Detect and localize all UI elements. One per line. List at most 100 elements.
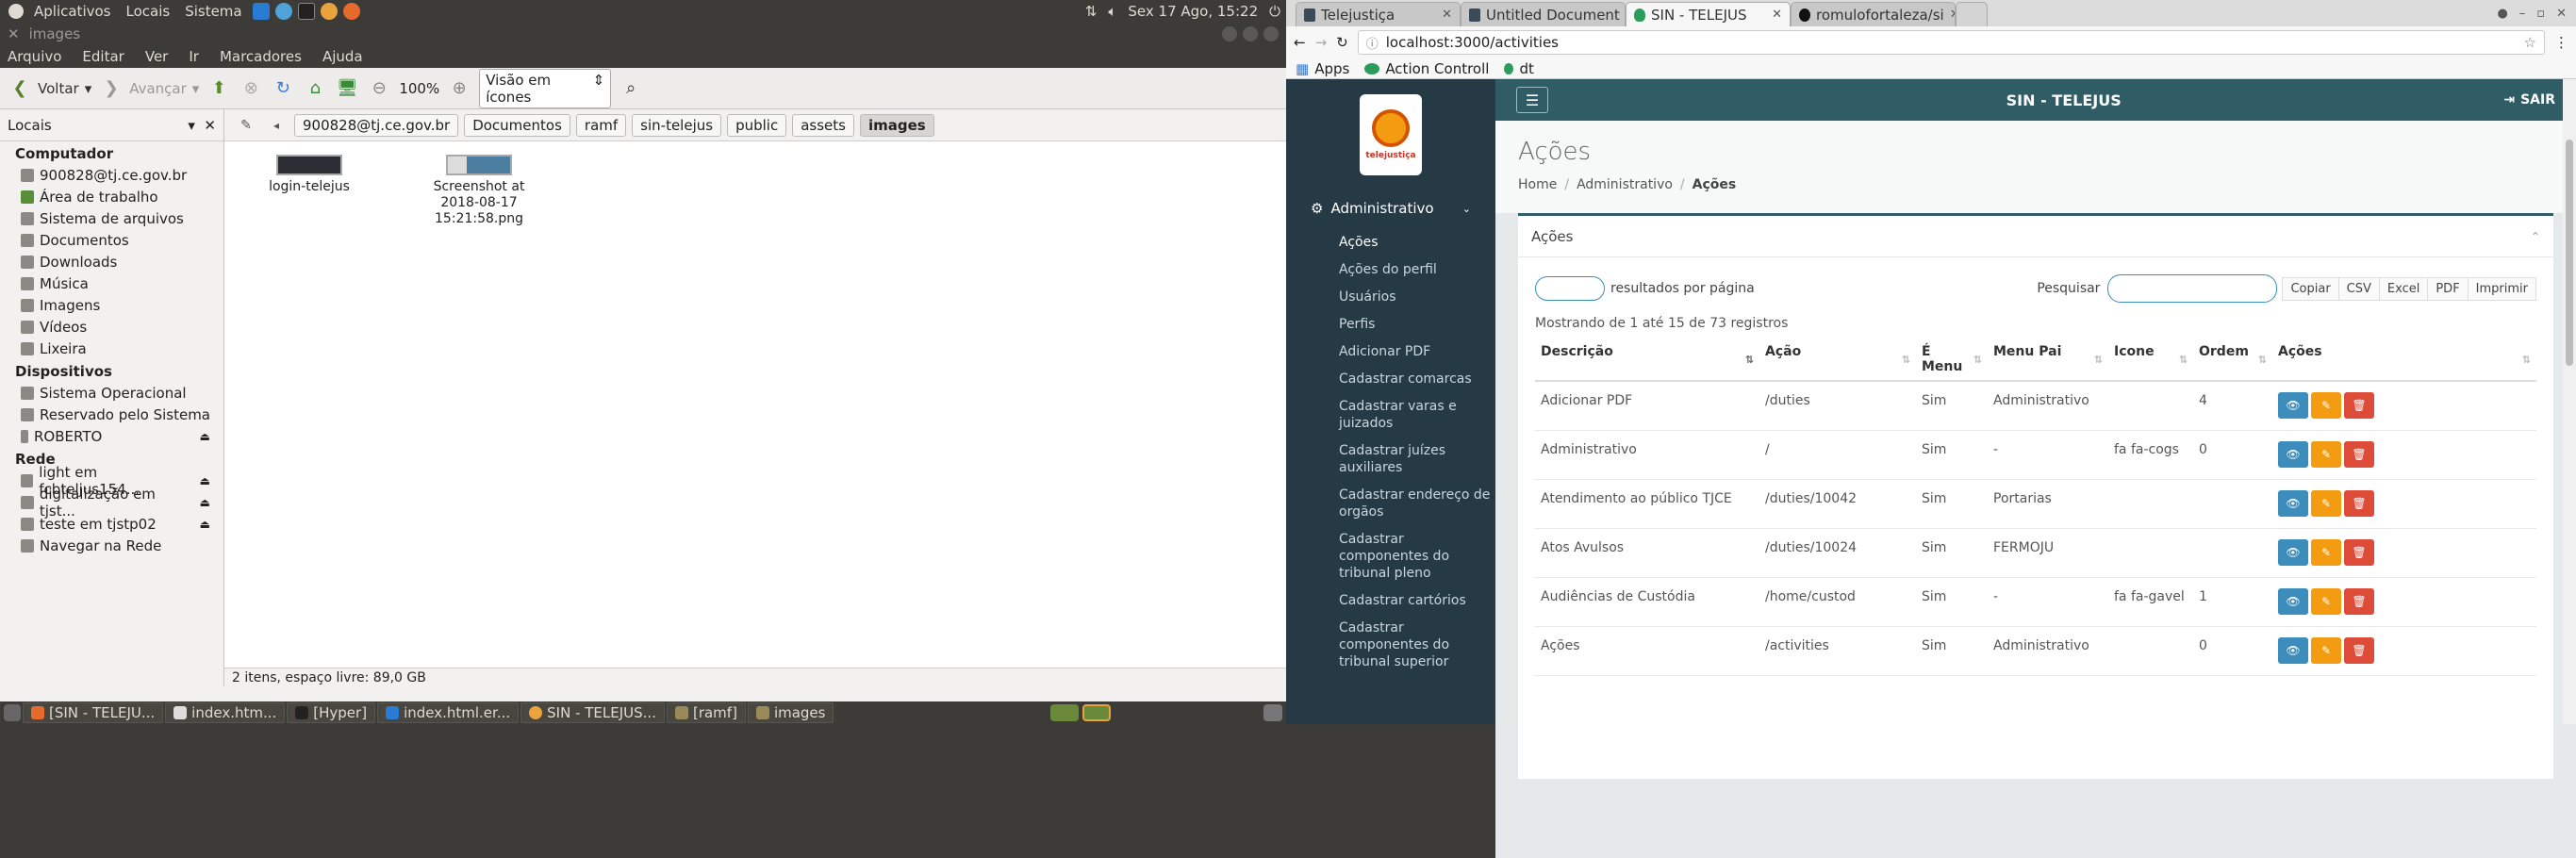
print-button[interactable]: Imprimir xyxy=(2468,277,2536,301)
stop-icon[interactable]: ⊗ xyxy=(239,76,263,101)
forward-button[interactable]: ❯Avançar▾ xyxy=(99,76,199,101)
chromium-launcher-icon[interactable] xyxy=(275,3,292,20)
sidebar-item-acoes-perfil[interactable]: Ações do perfil xyxy=(1286,261,1495,278)
edit-pencil-icon[interactable]: ✎ xyxy=(2311,539,2341,566)
breadcrumb-administrativo[interactable]: Administrativo xyxy=(1577,177,1673,192)
trash-applet-icon[interactable] xyxy=(1263,704,1282,721)
sidebar-item-adicionar-pdf[interactable]: Adicionar PDF xyxy=(1286,343,1495,360)
info-icon[interactable]: ⓘ xyxy=(1366,34,1379,52)
eject-icon[interactable]: ⏏ xyxy=(200,496,210,509)
view-eye-icon[interactable]: 👁︎ xyxy=(2278,392,2308,419)
page-length-select[interactable] xyxy=(1535,276,1605,301)
tab-untitled[interactable]: Untitled Document✕ xyxy=(1461,2,1626,26)
back-arrow-icon[interactable]: ← xyxy=(1294,34,1306,51)
view-eye-icon[interactable]: 👁︎ xyxy=(2278,490,2308,517)
crumb-images[interactable]: images xyxy=(860,114,934,137)
delete-trash-icon[interactable]: 🗑︎ xyxy=(2344,490,2374,517)
eject-icon[interactable]: ⏏ xyxy=(200,518,210,531)
sidebar-item-usuarios[interactable]: Usuários xyxy=(1286,289,1495,305)
delete-trash-icon[interactable]: 🗑︎ xyxy=(2344,441,2374,468)
place-music[interactable]: Música xyxy=(0,272,223,294)
crumb-ramf[interactable]: ramf xyxy=(576,114,626,137)
delete-trash-icon[interactable]: 🗑︎ xyxy=(2344,588,2374,615)
menu-editar[interactable]: Editar xyxy=(82,48,124,65)
place-documents[interactable]: Documentos xyxy=(0,229,223,251)
sidebar-item-acoes[interactable]: Ações xyxy=(1286,234,1495,251)
close-window-icon[interactable]: ✕ xyxy=(8,25,20,42)
edit-pencil-icon[interactable]: ✎ xyxy=(2311,392,2341,419)
pencil-icon[interactable]: ✎ xyxy=(234,113,258,138)
task-vscode[interactable]: index.html.er... xyxy=(377,702,519,723)
sidebar-item-pleno[interactable]: Cadastrar componentes do tribunal pleno xyxy=(1286,531,1495,582)
task-ramf[interactable]: [ramf] xyxy=(667,702,746,723)
bookmark-dt[interactable]: dt xyxy=(1504,60,1533,77)
task-hyper[interactable]: [Hyper] xyxy=(287,702,375,723)
place-desktop[interactable]: Área de trabalho xyxy=(0,186,223,207)
new-tab-button[interactable] xyxy=(1956,2,1988,26)
place-pictures[interactable]: Imagens xyxy=(0,294,223,316)
crumb-assets[interactable]: assets xyxy=(792,114,854,137)
search-input[interactable] xyxy=(2107,274,2277,303)
clock[interactable]: Sex 17 Ago, 15:22 xyxy=(1128,3,1258,20)
column-header-ordem[interactable]: Ordem⇅ xyxy=(2193,338,2272,381)
pdf-button[interactable]: PDF xyxy=(2427,277,2468,301)
place-videos[interactable]: Vídeos xyxy=(0,316,223,338)
menu-arquivo[interactable]: Arquivo xyxy=(8,48,61,65)
zoom-in-icon[interactable]: ⊕ xyxy=(447,76,471,101)
column-header-menu-pai[interactable]: Menu Pai⇅ xyxy=(1988,338,2108,381)
firefox-launcher-icon[interactable] xyxy=(343,3,360,20)
sidebar-item-juizes[interactable]: Cadastrar juízes auxiliares xyxy=(1286,442,1495,476)
up-arrow-icon[interactable]: ⬆ xyxy=(206,76,231,101)
column-header-descricao[interactable]: Descrição⇅ xyxy=(1535,338,1759,381)
chevron-down-icon[interactable]: ▾ ✕ xyxy=(188,117,216,134)
device-reserved[interactable]: Reservado pelo Sistema xyxy=(0,404,223,425)
view-eye-icon[interactable]: 👁︎ xyxy=(2278,441,2308,468)
menu-dots-icon[interactable]: ⋮ xyxy=(2554,34,2568,51)
delete-trash-icon[interactable]: 🗑︎ xyxy=(2344,539,2374,566)
scrollbar-thumb[interactable] xyxy=(2566,140,2573,366)
network-share-2[interactable]: digitalização em tjst...⏏ xyxy=(0,491,223,513)
tab-sin-telejus[interactable]: SIN - TELEJUS✕ xyxy=(1626,2,1791,26)
minimize-icon[interactable]: – xyxy=(2519,7,2526,21)
power-icon[interactable]: ⏻ xyxy=(1269,3,1280,20)
sidebar-item-comarcas[interactable]: Cadastrar comarcas xyxy=(1286,371,1495,388)
places-header[interactable]: Locais▾ ✕ xyxy=(0,109,223,141)
file-item[interactable]: login-telejus xyxy=(243,151,375,658)
column-header-icone[interactable]: Icone⇅ xyxy=(2108,338,2193,381)
edit-pencil-icon[interactable]: ✎ xyxy=(2311,490,2341,517)
profile-icon[interactable]: ● xyxy=(2497,7,2507,21)
view-eye-icon[interactable]: 👁︎ xyxy=(2278,539,2308,566)
url-input[interactable]: ⓘlocalhost:3000/activities☆ xyxy=(1358,30,2545,55)
workspace-2-icon[interactable] xyxy=(1082,704,1111,721)
place-home[interactable]: 900828@tj.ce.gov.br xyxy=(0,164,223,186)
crumb-sin-telejus[interactable]: sin-telejus xyxy=(632,114,721,137)
zoom-out-icon[interactable]: ⊖ xyxy=(367,76,391,101)
menu-ir[interactable]: Ir xyxy=(189,48,199,65)
reload-icon[interactable]: ↻ xyxy=(1336,34,1348,51)
home-icon[interactable]: ⌂ xyxy=(303,76,327,101)
ubuntu-logo-icon[interactable] xyxy=(8,4,24,19)
delete-trash-icon[interactable]: 🗑︎ xyxy=(2344,392,2374,419)
computer-icon[interactable]: 🖥︎ xyxy=(335,76,359,101)
chrome-launcher-icon[interactable] xyxy=(321,3,338,20)
sidebar-item-enderecos[interactable]: Cadastrar endereço de orgãos xyxy=(1286,487,1495,520)
crumb-home[interactable]: 900828@tj.ce.gov.br xyxy=(294,114,458,137)
bookmark-action-controller[interactable]: Action Controll xyxy=(1364,60,1489,77)
view-mode-select[interactable]: Visão em ícones⇕ xyxy=(479,69,611,108)
tab-github[interactable]: romulofortaleza/si✕ xyxy=(1791,2,1956,26)
place-trash[interactable]: Lixeira xyxy=(0,338,223,359)
minimize-icon[interactable] xyxy=(1222,26,1237,41)
workspace-1-icon[interactable] xyxy=(1050,704,1079,721)
bookmark-apps[interactable]: ▦Apps xyxy=(1296,60,1349,77)
view-eye-icon[interactable]: 👁︎ xyxy=(2278,637,2308,664)
task-index-htm[interactable]: index.htm... xyxy=(165,702,285,723)
browse-network[interactable]: Navegar na Rede xyxy=(0,535,223,556)
show-desktop-icon[interactable] xyxy=(4,704,21,721)
close-tab-icon[interactable]: ✕ xyxy=(1772,8,1782,22)
place-filesystem[interactable]: Sistema de arquivos xyxy=(0,207,223,229)
chevron-left-icon[interactable]: ◂ xyxy=(264,113,289,138)
app-logo[interactable]: telejustiça xyxy=(1286,79,1495,190)
edit-pencil-icon[interactable]: ✎ xyxy=(2311,637,2341,664)
menu-locais[interactable]: Locais xyxy=(125,3,170,20)
sidebar-item-cartorios[interactable]: Cadastrar cartórios xyxy=(1286,592,1495,609)
